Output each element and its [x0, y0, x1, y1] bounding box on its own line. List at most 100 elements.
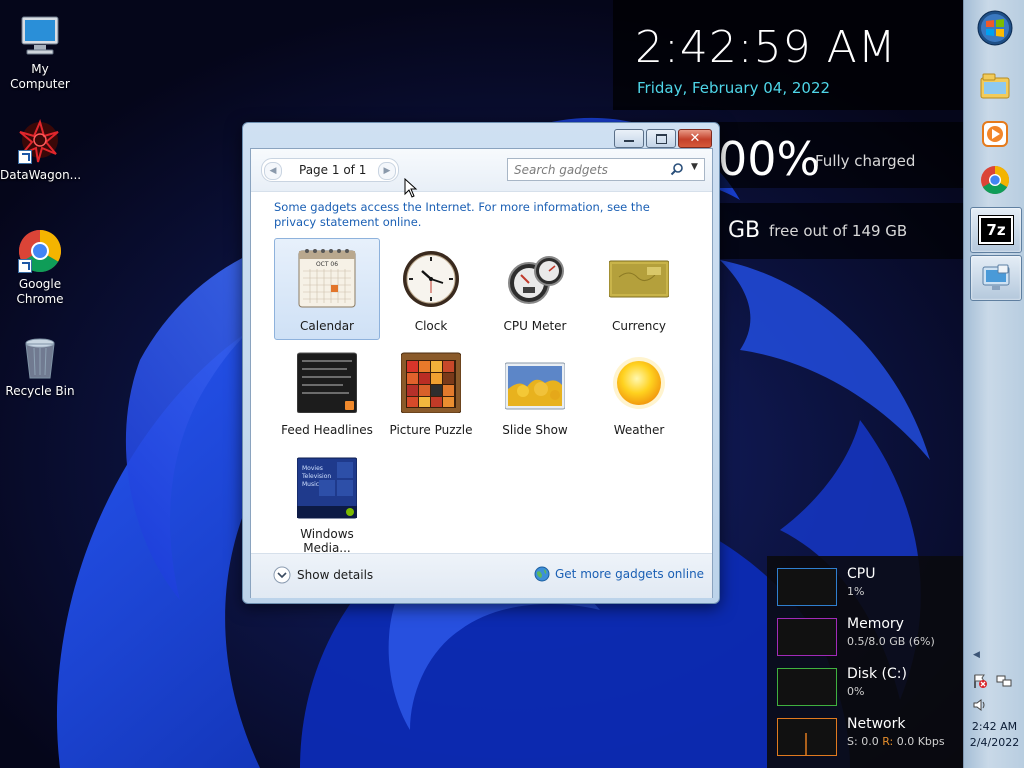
chevron-down-icon — [273, 566, 291, 584]
shortcut-arrow-icon — [18, 150, 32, 164]
volume-icon[interactable] — [972, 697, 988, 716]
resource-row-disk: Disk (C:) 0% — [777, 666, 963, 712]
gadget-currency[interactable]: Currency — [586, 238, 692, 340]
desktop-icon-recycle-bin[interactable]: Recycle Bin — [0, 334, 80, 399]
resource-monitor-gadget[interactable]: CPU 1% Memory 0.5/8.0 GB (6%) Disk (C:) … — [767, 556, 963, 768]
media-menu-television: Television — [301, 473, 331, 480]
resource-value: 1% — [847, 585, 865, 598]
computer-icon — [16, 12, 64, 60]
gadget-windows-media[interactable]: Movies Television Music Windows Media... — [274, 446, 380, 555]
taskbar-gadgets[interactable] — [970, 255, 1022, 301]
slide-show-icon — [505, 362, 565, 410]
memory-graph — [777, 618, 837, 656]
gadget-gallery-window: ✕ ◀ Page 1 of 1 ▶ ▼ Some gadgets access … — [242, 122, 720, 604]
gadget-label: Feed Headlines — [281, 423, 373, 437]
close-button[interactable]: ✕ — [678, 129, 712, 148]
media-menu-movies: Movies — [302, 465, 323, 472]
gallery-footer: Show details Get more gadgets online — [251, 553, 712, 598]
resource-value: S: 0.0 R: 0.0 Kbps — [847, 735, 945, 748]
recycle-bin-icon — [16, 334, 64, 382]
gadget-label: Weather — [613, 423, 665, 437]
get-more-gadgets-link[interactable]: Get more gadgets online — [534, 566, 704, 582]
network-graph — [777, 718, 837, 756]
minimize-icon — [624, 140, 634, 142]
cpu-graph — [777, 568, 837, 606]
desktop-icon-label: Recycle Bin — [5, 384, 75, 398]
search-box: ▼ — [507, 158, 705, 181]
gadget-label: CPU Meter — [503, 319, 567, 333]
search-dropdown-arrow-icon[interactable]: ▼ — [691, 162, 698, 172]
restore-button[interactable] — [646, 129, 676, 148]
resource-row-cpu: CPU 1% — [777, 566, 963, 612]
chrome-icon — [981, 166, 1010, 195]
taskbar-chrome[interactable] — [970, 158, 1020, 202]
network-icon[interactable] — [996, 673, 1012, 693]
network-send-value: 0.0 — [861, 735, 879, 748]
clock-date: Friday, February 04, 2022 — [637, 79, 831, 97]
battery-status: Fully charged — [815, 152, 916, 170]
gadget-gallery-content: ◀ Page 1 of 1 ▶ ▼ Some gadgets access th… — [250, 148, 713, 598]
gadget-slide-show[interactable]: Slide Show — [482, 342, 588, 444]
desktop-icon-label: DataWagon... — [0, 168, 82, 182]
datawagon-icon — [16, 118, 64, 166]
folder-icon — [980, 73, 1010, 99]
taskbar-media-player[interactable] — [970, 112, 1020, 156]
disk-graph — [777, 668, 837, 706]
gadget-clock[interactable]: Clock — [378, 238, 484, 340]
next-page-button[interactable]: ▶ — [378, 162, 396, 180]
calendar-icon: OCT 06 — [298, 249, 356, 308]
close-icon: ✕ — [689, 131, 701, 146]
windows-media-icon: Movies Television Music — [297, 457, 357, 519]
gadget-feed-headlines[interactable]: Feed Headlines — [274, 342, 380, 444]
network-receive-label: R: — [882, 735, 894, 748]
battery-gadget[interactable]: 00% Fully charged — [718, 122, 963, 188]
media-menu-music: Music — [302, 481, 319, 488]
resource-value: 0.5/8.0 GB (6%) — [847, 635, 935, 648]
mouse-cursor-icon — [404, 178, 418, 198]
tray-clock[interactable]: 2:42 AM 2/4/2022 — [964, 719, 1024, 751]
resource-row-network: Network S: 0.0 R: 0.0 Kbps — [777, 716, 963, 762]
gadget-label: Clock — [414, 319, 448, 333]
search-icon[interactable] — [670, 162, 684, 176]
clock-gadget[interactable]: 2:42:59 AM Friday, February 04, 2022 — [613, 0, 963, 110]
resource-name: Memory — [847, 616, 904, 632]
clock-icon — [403, 251, 459, 307]
currency-icon — [609, 260, 669, 298]
cpu-meter-icon — [508, 256, 564, 304]
restore-icon — [656, 134, 667, 144]
previous-page-button[interactable]: ◀ — [264, 162, 282, 180]
gadget-weather[interactable]: Weather — [586, 342, 692, 444]
minimize-button[interactable] — [614, 129, 644, 148]
desktop-icon-label: Google Chrome — [16, 277, 64, 306]
gadget-picture-puzzle[interactable]: Picture Puzzle — [378, 342, 484, 444]
resource-name: Disk (C:) — [847, 666, 907, 682]
tray-date: 2/4/2022 — [969, 736, 1020, 749]
gadget-calendar[interactable]: OCT 06 Calendar — [274, 238, 380, 340]
seven-zip-icon: 7z — [978, 215, 1014, 245]
privacy-info-link[interactable]: Some gadgets access the Internet. For mo… — [274, 200, 694, 230]
tray-time: 2:42 AM — [971, 720, 1018, 733]
desktop-icon-my-computer[interactable]: My Computer — [0, 12, 80, 92]
taskbar-file-explorer[interactable] — [970, 64, 1020, 108]
picture-puzzle-icon — [401, 352, 461, 413]
action-center-flag-icon[interactable] — [972, 673, 988, 693]
start-button[interactable] — [970, 6, 1020, 50]
show-details-toggle[interactable]: Show details — [273, 566, 373, 584]
show-hidden-icons-arrow[interactable]: ◀ — [973, 650, 980, 660]
taskbar-7zip[interactable]: 7z — [970, 207, 1022, 253]
disk-free-text: free out of 149 GB — [769, 222, 908, 240]
desktop-icon-datawagon[interactable]: DataWagon... — [0, 118, 82, 183]
desktop-icon-label: My Computer — [10, 62, 70, 91]
disk-space-gadget[interactable]: GB free out of 149 GB — [718, 203, 963, 259]
search-input[interactable] — [512, 160, 666, 180]
resource-row-memory: Memory 0.5/8.0 GB (6%) — [777, 616, 963, 662]
gadget-cpu-meter[interactable]: CPU Meter — [482, 238, 588, 340]
gadget-label: Windows Media... — [300, 527, 354, 555]
resource-value: 0% — [847, 685, 865, 698]
windows-orb-icon — [977, 10, 1013, 46]
weather-icon — [613, 357, 665, 409]
desktop-icon-google-chrome[interactable]: Google Chrome — [0, 227, 80, 307]
taskbar: 7z ◀ 2:42 AM 2/4/2022 — [963, 0, 1024, 768]
gadget-label: Currency — [611, 319, 667, 333]
feed-headlines-icon — [297, 352, 357, 413]
